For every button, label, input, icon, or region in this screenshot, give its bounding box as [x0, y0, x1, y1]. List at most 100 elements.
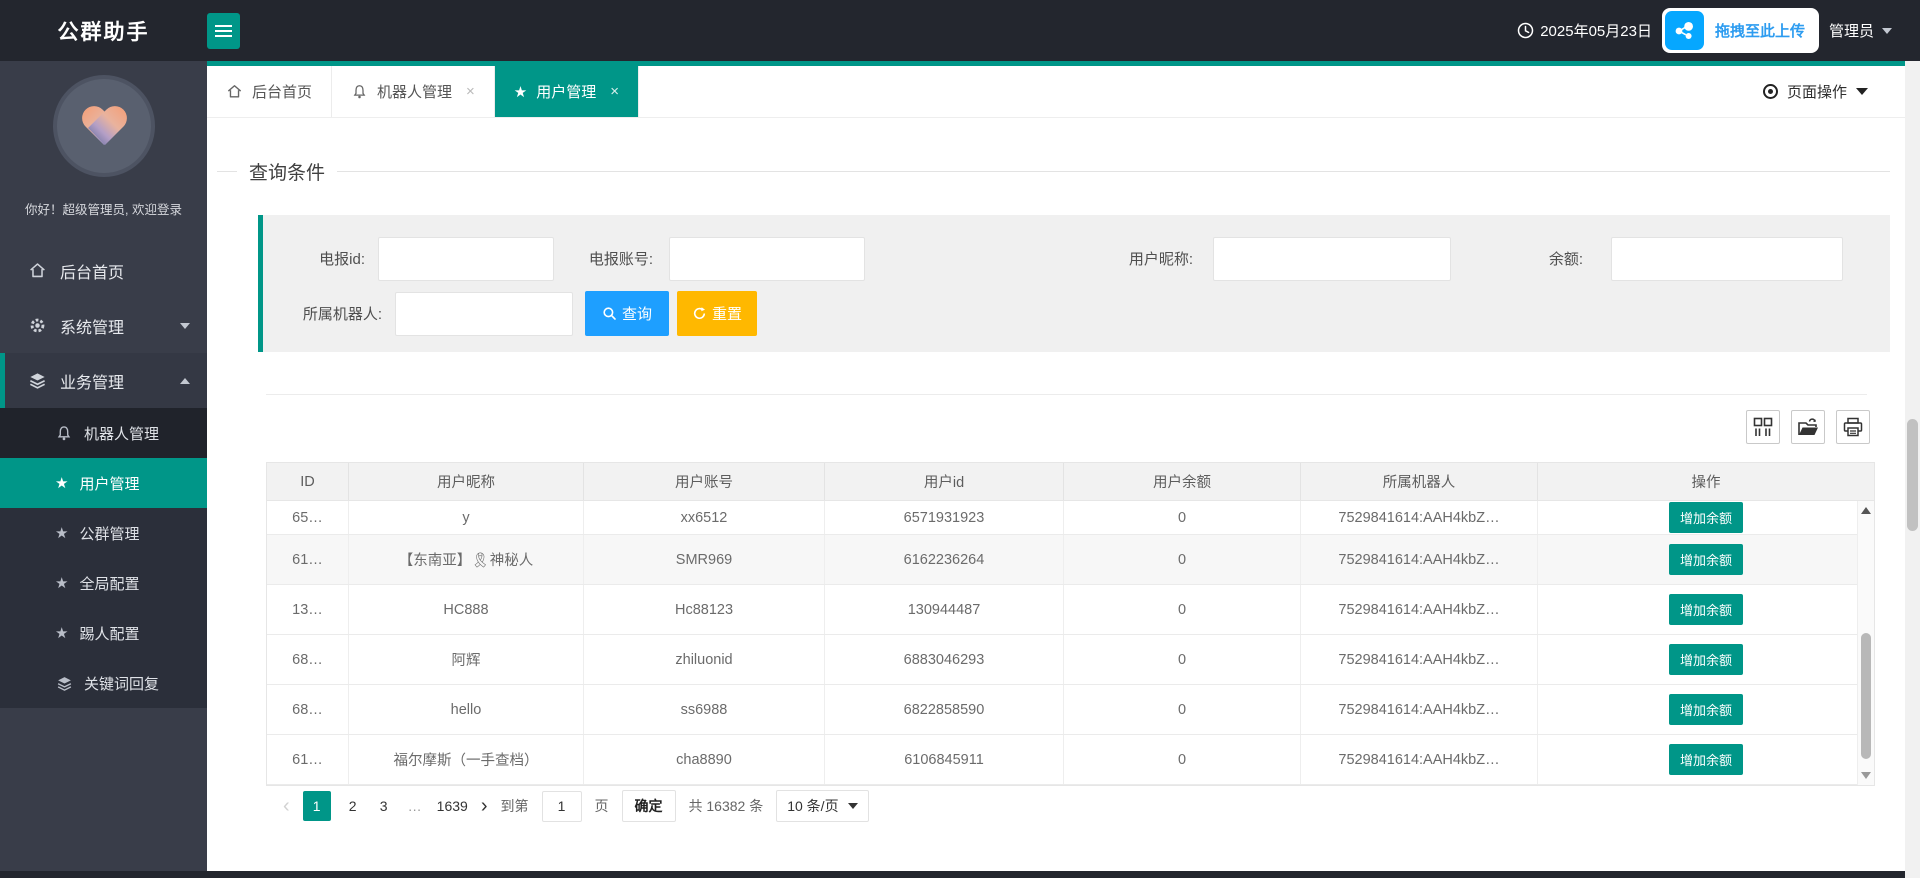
sidebar-item-user-management[interactable]: ★ 用户管理: [0, 458, 207, 508]
telegram-id-input[interactable]: [378, 237, 554, 281]
column-header: 用户id: [825, 463, 1064, 500]
add-balance-button[interactable]: 增加余额: [1669, 544, 1743, 575]
page-number[interactable]: 2: [344, 798, 362, 814]
sidebar-item-group-management[interactable]: ★ 公群管理: [0, 508, 207, 558]
nickname-input[interactable]: [1213, 237, 1451, 281]
bell-icon: [55, 424, 73, 442]
export-button[interactable]: [1791, 410, 1825, 444]
layers-icon: [27, 371, 47, 390]
column-header: 操作: [1538, 463, 1874, 500]
filter-columns-button[interactable]: [1746, 410, 1780, 444]
home-icon: [226, 83, 243, 100]
sidebar-item-label: 业务管理: [60, 369, 124, 393]
chevron-up-icon: [180, 378, 190, 384]
cell-user-id: 6162236264: [825, 535, 1064, 584]
cell-id: 65…: [267, 501, 349, 534]
page-scrollbar[interactable]: [1905, 61, 1920, 878]
bot-input[interactable]: [395, 292, 573, 336]
sidebar-item-label: 后台首页: [60, 259, 124, 283]
table-scrollbar[interactable]: [1857, 501, 1874, 785]
sidebar-item-system[interactable]: 系统管理: [0, 298, 207, 353]
bell-icon: [351, 83, 368, 100]
add-balance-button[interactable]: 增加余额: [1669, 502, 1743, 533]
upload-dropzone[interactable]: 拖拽至此上传: [1662, 8, 1819, 53]
add-balance-button[interactable]: 增加余额: [1669, 744, 1743, 775]
avatar-photo: [57, 79, 151, 173]
sidebar-item-global-config[interactable]: ★ 全局配置: [0, 558, 207, 608]
tab-robot-management[interactable]: 机器人管理 ×: [332, 66, 495, 117]
sidebar-item-kick-config[interactable]: ★ 踢人配置: [0, 608, 207, 658]
tab-user-management[interactable]: ★ 用户管理 ×: [495, 66, 639, 117]
radio-dot-icon: [1763, 84, 1778, 99]
page-number-current[interactable]: 1: [303, 791, 331, 821]
column-header: 用户账号: [584, 463, 825, 500]
page-size-select[interactable]: 10 条/页: [776, 790, 868, 822]
reset-button[interactable]: 重置: [677, 291, 757, 336]
search-button-label: 查询: [622, 303, 652, 324]
cell-balance: 0: [1064, 501, 1301, 534]
cell-account: xx6512: [584, 501, 825, 534]
page-actions-dropdown[interactable]: 页面操作: [1763, 66, 1920, 117]
user-menu[interactable]: 管理员: [1829, 20, 1892, 41]
print-icon: [1841, 415, 1865, 439]
avatar: [53, 75, 155, 177]
cell-nickname: hello: [349, 685, 584, 734]
user-role-label: 管理员: [1829, 20, 1874, 41]
table-row: 68… hello ss6988 6822858590 0 7529841614…: [267, 685, 1874, 735]
column-header: 用户余额: [1064, 463, 1301, 500]
cell-bot: 7529841614:AAH4kbZ…: [1301, 585, 1538, 634]
column-header: 所属机器人: [1301, 463, 1538, 500]
cell-account: ss6988: [584, 685, 825, 734]
close-icon[interactable]: ×: [466, 83, 475, 100]
add-balance-button[interactable]: 增加余额: [1669, 594, 1743, 625]
export-icon: [1796, 415, 1820, 439]
business-submenu: 机器人管理 ★ 用户管理 ★ 公群管理 ★ 全局配置 ★ 踢人配置: [0, 408, 207, 708]
prev-page-arrow[interactable]: ‹: [283, 791, 290, 821]
page-number-last[interactable]: 1639: [437, 798, 468, 814]
page-number[interactable]: 3: [375, 798, 393, 814]
top-header: 公群助手 2025年05月23日 拖拽至此上传: [0, 0, 1920, 61]
sidebar-item-business[interactable]: 业务管理: [0, 353, 207, 408]
balance-input[interactable]: [1611, 237, 1843, 281]
chevron-down-icon: [180, 323, 190, 329]
sidebar-nav: 后台首页 系统管理 业务管理: [0, 243, 207, 708]
table-card-divider: [266, 394, 1867, 395]
star-icon: ★: [55, 624, 68, 642]
cell-bot: 7529841614:AAH4kbZ…: [1301, 735, 1538, 784]
page-scrollbar-thumb[interactable]: [1907, 419, 1918, 531]
sidebar-item-label: 踢人配置: [79, 623, 139, 644]
table-header-row: ID 用户昵称 用户账号 用户id 用户余额 所属机器人 操作: [267, 463, 1874, 501]
scroll-down-arrow-icon[interactable]: [1861, 772, 1871, 779]
sidebar-item-label: 系统管理: [60, 314, 124, 338]
sidebar-toggle-button[interactable]: [207, 13, 240, 49]
telegram-account-label: 电报账号:: [541, 248, 653, 269]
scroll-up-arrow-icon[interactable]: [1861, 507, 1871, 514]
tab-dashboard[interactable]: 后台首页: [207, 66, 332, 117]
goto-page-input[interactable]: [542, 791, 582, 822]
sidebar-item-dashboard[interactable]: 后台首页: [0, 243, 207, 298]
sidebar-item-keyword-reply[interactable]: 关键词回复: [0, 658, 207, 708]
print-button[interactable]: [1836, 410, 1870, 444]
close-icon[interactable]: ×: [610, 83, 619, 100]
chevron-down-icon: [1856, 88, 1868, 95]
search-icon: [602, 306, 617, 321]
table-scrollbar-thumb[interactable]: [1861, 633, 1871, 759]
add-balance-button[interactable]: 增加余额: [1669, 694, 1743, 725]
telegram-account-input[interactable]: [669, 237, 865, 281]
cell-account: SMR969: [584, 535, 825, 584]
layers-icon: [55, 675, 73, 692]
cell-balance: 0: [1064, 535, 1301, 584]
goto-confirm-button[interactable]: 确定: [622, 790, 676, 822]
star-icon: ★: [55, 574, 68, 592]
app-window: 公群助手 2025年05月23日 拖拽至此上传: [0, 0, 1920, 878]
column-header: 用户昵称: [349, 463, 584, 500]
sidebar-item-robot-management[interactable]: 机器人管理: [0, 408, 207, 458]
search-button[interactable]: 查询: [585, 291, 669, 336]
page-actions-label: 页面操作: [1787, 81, 1847, 102]
cell-user-id: 6883046293: [825, 635, 1064, 684]
table-row: 13… HC888 Hc88123 130944487 0 7529841614…: [267, 585, 1874, 635]
bot-label: 所属机器人:: [277, 303, 382, 324]
balance-label: 余额:: [1493, 248, 1583, 269]
add-balance-button[interactable]: 增加余额: [1669, 644, 1743, 675]
next-page-arrow[interactable]: ›: [481, 791, 488, 821]
